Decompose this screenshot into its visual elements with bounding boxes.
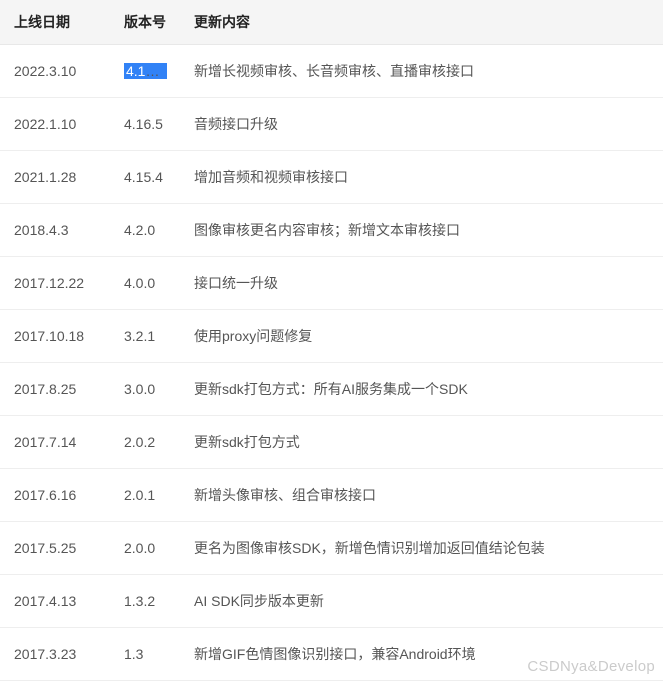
changelog-table: 上线日期 版本号 更新内容 2022.3.10 4.16.6 新增长视频审核、长音频… — [0, 0, 663, 681]
cell-content: 更新sdk打包方式 — [180, 416, 663, 469]
cell-content: 更名为图像审核SDK，新增色情识别增加返回值结论包装 — [180, 522, 663, 575]
cell-content: 更新sdk打包方式：所有AI服务集成一个SDK — [180, 363, 663, 416]
cell-content: 新增头像审核、组合审核接口 — [180, 469, 663, 522]
cell-version: 3.2.1 — [110, 310, 180, 363]
header-date: 上线日期 — [0, 0, 110, 45]
cell-content: 使用proxy问题修复 — [180, 310, 663, 363]
table-row: 2018.4.34.2.0图像审核更名内容审核；新增文本审核接口 — [0, 204, 663, 257]
cell-version: 3.0.0 — [110, 363, 180, 416]
cell-version: 1.3 — [110, 628, 180, 681]
cell-date: 2022.3.10 — [0, 45, 110, 98]
cell-date: 2017.5.25 — [0, 522, 110, 575]
cell-date: 2017.4.13 — [0, 575, 110, 628]
table-row: 2017.8.253.0.0更新sdk打包方式：所有AI服务集成一个SDK — [0, 363, 663, 416]
cell-date: 2017.8.25 — [0, 363, 110, 416]
cell-version: 4.16.5 — [110, 98, 180, 151]
cell-date: 2017.7.14 — [0, 416, 110, 469]
cell-version: 2.0.1 — [110, 469, 180, 522]
table-row: 2022.3.10 4.16.6 新增长视频审核、长音频审核、直播审核接口 — [0, 45, 663, 98]
version-highlight: 4.16.6 — [124, 63, 167, 79]
cell-date: 2018.4.3 — [0, 204, 110, 257]
cell-date: 2017.12.22 — [0, 257, 110, 310]
table-row: 2017.4.131.3.2AI SDK同步版本更新 — [0, 575, 663, 628]
cell-version: 2.0.2 — [110, 416, 180, 469]
table-header-row: 上线日期 版本号 更新内容 — [0, 0, 663, 45]
table-row: 2017.7.142.0.2更新sdk打包方式 — [0, 416, 663, 469]
cell-date: 2022.1.10 — [0, 98, 110, 151]
cell-date: 2017.6.16 — [0, 469, 110, 522]
cell-date: 2017.10.18 — [0, 310, 110, 363]
table-row: 2017.6.162.0.1新增头像审核、组合审核接口 — [0, 469, 663, 522]
cell-content: 图像审核更名内容审核；新增文本审核接口 — [180, 204, 663, 257]
cell-date: 2017.3.23 — [0, 628, 110, 681]
cell-version: 4.15.4 — [110, 151, 180, 204]
cell-version: 4.0.0 — [110, 257, 180, 310]
header-content: 更新内容 — [180, 0, 663, 45]
cell-date: 2021.1.28 — [0, 151, 110, 204]
cell-version: 4.16.6 — [110, 45, 180, 98]
cell-content: 音频接口升级 — [180, 98, 663, 151]
cell-content: 接口统一升级 — [180, 257, 663, 310]
table-row: 2017.10.183.2.1使用proxy问题修复 — [0, 310, 663, 363]
table-row: 2017.3.231.3新增GIF色情图像识别接口，兼容Android环境 — [0, 628, 663, 681]
cell-content: 增加音频和视频审核接口 — [180, 151, 663, 204]
table-row: 2022.1.104.16.5音频接口升级 — [0, 98, 663, 151]
cell-version: 2.0.0 — [110, 522, 180, 575]
cell-version: 4.2.0 — [110, 204, 180, 257]
header-version: 版本号 — [110, 0, 180, 45]
table-row: 2017.5.252.0.0更名为图像审核SDK，新增色情识别增加返回值结论包装 — [0, 522, 663, 575]
table-row: 2017.12.224.0.0接口统一升级 — [0, 257, 663, 310]
cell-content: 新增GIF色情图像识别接口，兼容Android环境 — [180, 628, 663, 681]
cell-content: 新增长视频审核、长音频审核、直播审核接口 — [180, 45, 663, 98]
cell-content: AI SDK同步版本更新 — [180, 575, 663, 628]
cell-version: 1.3.2 — [110, 575, 180, 628]
table-row: 2021.1.284.15.4增加音频和视频审核接口 — [0, 151, 663, 204]
